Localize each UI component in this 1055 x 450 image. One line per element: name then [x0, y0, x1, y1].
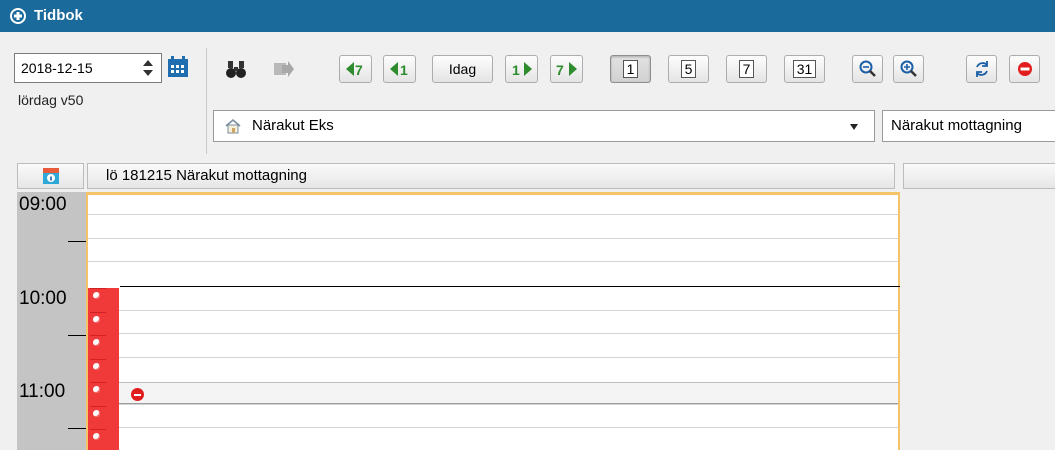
unit-value: Närakut Eks: [252, 117, 334, 134]
half-hour-tick: [68, 428, 86, 429]
export-arrow-icon: [274, 61, 294, 77]
refresh-button[interactable]: [966, 55, 997, 83]
blocked-dot-icon: [93, 386, 100, 393]
blocked-appointment[interactable]: [119, 382, 898, 404]
view-1-label: 1: [622, 60, 639, 78]
back-week-button[interactable]: 7: [339, 55, 372, 83]
arrow-right-7-icon: 7: [556, 62, 577, 78]
calendar-info-header[interactable]: [17, 163, 84, 189]
window-title: Tidbok: [34, 7, 83, 24]
slot-line: [88, 404, 898, 405]
weekday-week-label: lördag v50: [18, 92, 84, 108]
view-31-label: 31: [792, 60, 817, 78]
secondary-pane: [903, 189, 1055, 450]
view-5-label: 5: [680, 60, 697, 78]
home-icon: [225, 118, 241, 134]
view-5-day-button[interactable]: 5: [668, 55, 709, 83]
view-1-day-button[interactable]: 1: [610, 55, 651, 83]
blocked-dot-icon: [93, 339, 100, 346]
zoom-out-icon: [859, 60, 876, 77]
calendar-icon: [168, 56, 188, 77]
forward-week-button[interactable]: 7: [550, 55, 583, 83]
chevron-down-icon: [850, 124, 858, 130]
blocked-slot[interactable]: [90, 288, 106, 307]
forward-day-button[interactable]: 1: [505, 55, 538, 83]
blocked-slot[interactable]: [90, 429, 106, 448]
zoom-out-button[interactable]: [852, 55, 883, 83]
svg-text:1: 1: [512, 62, 520, 78]
time-gutter: 09:00 10:00 11:00: [17, 192, 86, 450]
blocked-dot-icon: [93, 363, 100, 370]
blocked-slot[interactable]: [90, 406, 106, 425]
view-7-day-button[interactable]: 7: [726, 55, 767, 83]
arrow-left-7-icon: 7: [345, 62, 363, 78]
arrow-right-1-icon: 1: [512, 62, 532, 78]
view-31-day-button[interactable]: 31: [784, 55, 825, 83]
view-7-label: 7: [738, 60, 755, 78]
svg-text:7: 7: [556, 62, 564, 78]
spin-down-icon[interactable]: [143, 70, 153, 76]
blocked-slot[interactable]: [90, 335, 106, 354]
block-button[interactable]: [1009, 55, 1040, 83]
export-button[interactable]: [268, 55, 298, 83]
zoom-in-icon: [900, 60, 917, 77]
arrow-left-1-icon: 1: [389, 62, 408, 78]
search-button[interactable]: [221, 55, 251, 83]
half-hour-tick: [68, 241, 86, 242]
svg-text:7: 7: [355, 62, 363, 78]
date-spinner[interactable]: [141, 56, 155, 80]
reception-dropdown[interactable]: Närakut mottagning: [882, 110, 1055, 142]
calendar-picker-button[interactable]: [166, 56, 192, 80]
hour-label: 11:00: [19, 381, 66, 402]
reception-value: Närakut mottagning: [891, 117, 1022, 134]
day-column-header[interactable]: lö 181215 Närakut mottagning: [87, 163, 895, 189]
slot-line: [88, 214, 898, 215]
day-column-top-border: [86, 192, 900, 195]
slot-line: [88, 238, 898, 239]
half-hour-tick: [68, 335, 86, 336]
spin-up-icon[interactable]: [143, 60, 153, 66]
today-button[interactable]: Idag: [432, 55, 493, 83]
stop-icon: [131, 388, 144, 401]
blocked-slot[interactable]: [90, 359, 106, 378]
blocked-dot-icon: [93, 292, 100, 299]
unit-dropdown[interactable]: Närakut Eks: [213, 110, 875, 142]
clinic-cross-icon: [10, 8, 26, 24]
back-day-button[interactable]: 1: [383, 55, 416, 83]
svg-text:1: 1: [400, 62, 408, 78]
zoom-in-button[interactable]: [893, 55, 924, 83]
day-column[interactable]: [86, 192, 900, 450]
secondary-column-header: [903, 163, 1055, 189]
info-icon: [43, 168, 59, 184]
blocked-time-column[interactable]: [88, 288, 119, 450]
blocked-slot[interactable]: [90, 312, 106, 331]
slot-line: [88, 427, 898, 428]
window-titlebar: Tidbok: [0, 0, 1055, 32]
slot-line: [88, 357, 898, 358]
slot-line: [88, 333, 898, 334]
stop-icon: [1017, 62, 1032, 76]
hour-line: [120, 286, 900, 287]
hour-label: 09:00: [19, 194, 67, 215]
blocked-slot[interactable]: [90, 382, 106, 401]
binoculars-icon: [226, 61, 246, 78]
slot-line: [88, 310, 898, 311]
blocked-dot-icon: [93, 410, 100, 417]
hour-label: 10:00: [19, 288, 67, 309]
slot-line: [88, 261, 898, 262]
blocked-dot-icon: [93, 316, 100, 323]
date-input[interactable]: 2018-12-15: [14, 53, 162, 83]
blocked-dot-icon: [93, 433, 100, 440]
refresh-icon: [975, 61, 988, 77]
